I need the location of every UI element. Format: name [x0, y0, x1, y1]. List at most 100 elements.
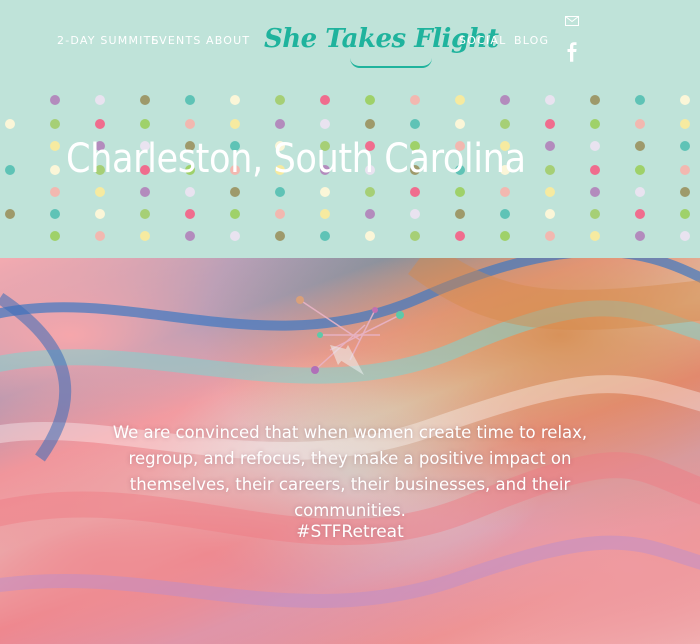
polka-dot	[365, 187, 375, 197]
polka-dot	[455, 95, 465, 105]
polka-dot	[365, 231, 375, 241]
polka-dot	[50, 231, 60, 241]
page-title: Charleston, South Carolina	[66, 136, 526, 182]
polka-dot	[50, 209, 60, 219]
polka-dot	[545, 165, 555, 175]
polka-dot	[635, 187, 645, 197]
polka-dot	[275, 187, 285, 197]
polka-dot	[185, 95, 195, 105]
polka-dot	[230, 187, 240, 197]
polka-dot	[320, 231, 330, 241]
polka-dot	[140, 119, 150, 129]
facebook-icon[interactable]	[564, 42, 580, 62]
polka-dot	[320, 209, 330, 219]
mission-statement: We are convinced that when women create …	[112, 423, 588, 520]
polka-dot	[320, 187, 330, 197]
mail-icon[interactable]	[565, 16, 579, 26]
marble-background-image: We are convinced that when women create …	[0, 258, 700, 644]
polka-dot	[545, 141, 555, 151]
logo-swoosh	[350, 58, 432, 68]
polka-dot	[275, 119, 285, 129]
polka-dot	[320, 95, 330, 105]
polka-dot	[500, 95, 510, 105]
top-navigation: 2-DAY SUMMITS EVENTS ABOUT She Takes Fli…	[0, 0, 700, 90]
polka-dot	[680, 95, 690, 105]
polka-dot	[635, 231, 645, 241]
polka-dot	[5, 165, 15, 175]
polka-dot	[320, 119, 330, 129]
polka-dot	[410, 119, 420, 129]
polka-dot	[410, 187, 420, 197]
polka-dot	[275, 95, 285, 105]
polka-dot	[455, 187, 465, 197]
polka-dot	[500, 187, 510, 197]
polka-dot	[140, 95, 150, 105]
polka-dot	[410, 231, 420, 241]
polka-dot	[5, 209, 15, 219]
polka-dot	[410, 209, 420, 219]
nav-item-blog[interactable]: BLOG	[514, 34, 549, 47]
polka-dot	[590, 95, 600, 105]
polka-dot	[365, 119, 375, 129]
polka-dot	[185, 231, 195, 241]
polka-dot	[95, 187, 105, 197]
polka-dot	[680, 209, 690, 219]
polka-dot	[95, 231, 105, 241]
polka-dot	[635, 209, 645, 219]
polka-dot	[50, 187, 60, 197]
polka-dot	[95, 95, 105, 105]
polka-dot	[50, 165, 60, 175]
starburst-decoration	[296, 296, 404, 375]
polka-dot	[50, 119, 60, 129]
polka-dot	[635, 119, 645, 129]
polka-dot	[185, 119, 195, 129]
polka-dot	[455, 119, 465, 129]
polka-dot	[545, 231, 555, 241]
polka-dot	[680, 141, 690, 151]
polka-dot	[635, 165, 645, 175]
polka-dot	[185, 187, 195, 197]
hashtag[interactable]: #STFRetreat	[200, 522, 500, 542]
polka-dot	[590, 209, 600, 219]
polka-dot	[140, 209, 150, 219]
polka-dot	[5, 119, 15, 129]
polka-dot	[590, 165, 600, 175]
polka-dot	[95, 119, 105, 129]
polka-dot	[230, 209, 240, 219]
polka-dot	[365, 209, 375, 219]
polka-dot	[140, 187, 150, 197]
polka-dot	[590, 187, 600, 197]
polka-dot	[680, 119, 690, 129]
polka-dot	[545, 187, 555, 197]
polka-dot	[590, 119, 600, 129]
polka-dot	[230, 231, 240, 241]
polka-dot	[500, 209, 510, 219]
polka-dot	[590, 141, 600, 151]
polka-dot	[455, 231, 465, 241]
polka-dot	[410, 95, 420, 105]
polka-dot	[140, 231, 150, 241]
polka-dot	[50, 95, 60, 105]
polka-dot	[275, 231, 285, 241]
nav-item-about[interactable]: ABOUT	[206, 34, 250, 47]
polka-dot	[680, 165, 690, 175]
polka-dot	[680, 187, 690, 197]
polka-dot	[635, 141, 645, 151]
polka-dot	[455, 209, 465, 219]
polka-dot	[545, 209, 555, 219]
polka-dot	[500, 119, 510, 129]
polka-dot	[185, 209, 195, 219]
polka-dot	[230, 95, 240, 105]
polka-dot	[635, 95, 645, 105]
polka-dot	[680, 231, 690, 241]
hero-banner: 2-DAY SUMMITS EVENTS ABOUT She Takes Fli…	[0, 0, 700, 258]
nav-item-events[interactable]: EVENTS	[151, 34, 202, 47]
polka-dot	[50, 141, 60, 151]
nav-item-2-day-summits[interactable]: 2-DAY SUMMITS	[57, 34, 160, 47]
polka-dot	[365, 95, 375, 105]
polka-dot	[590, 231, 600, 241]
nav-item-social[interactable]: SOCIAL	[459, 34, 506, 47]
polka-dot	[545, 95, 555, 105]
polka-dot	[545, 119, 555, 129]
polka-dot	[500, 231, 510, 241]
